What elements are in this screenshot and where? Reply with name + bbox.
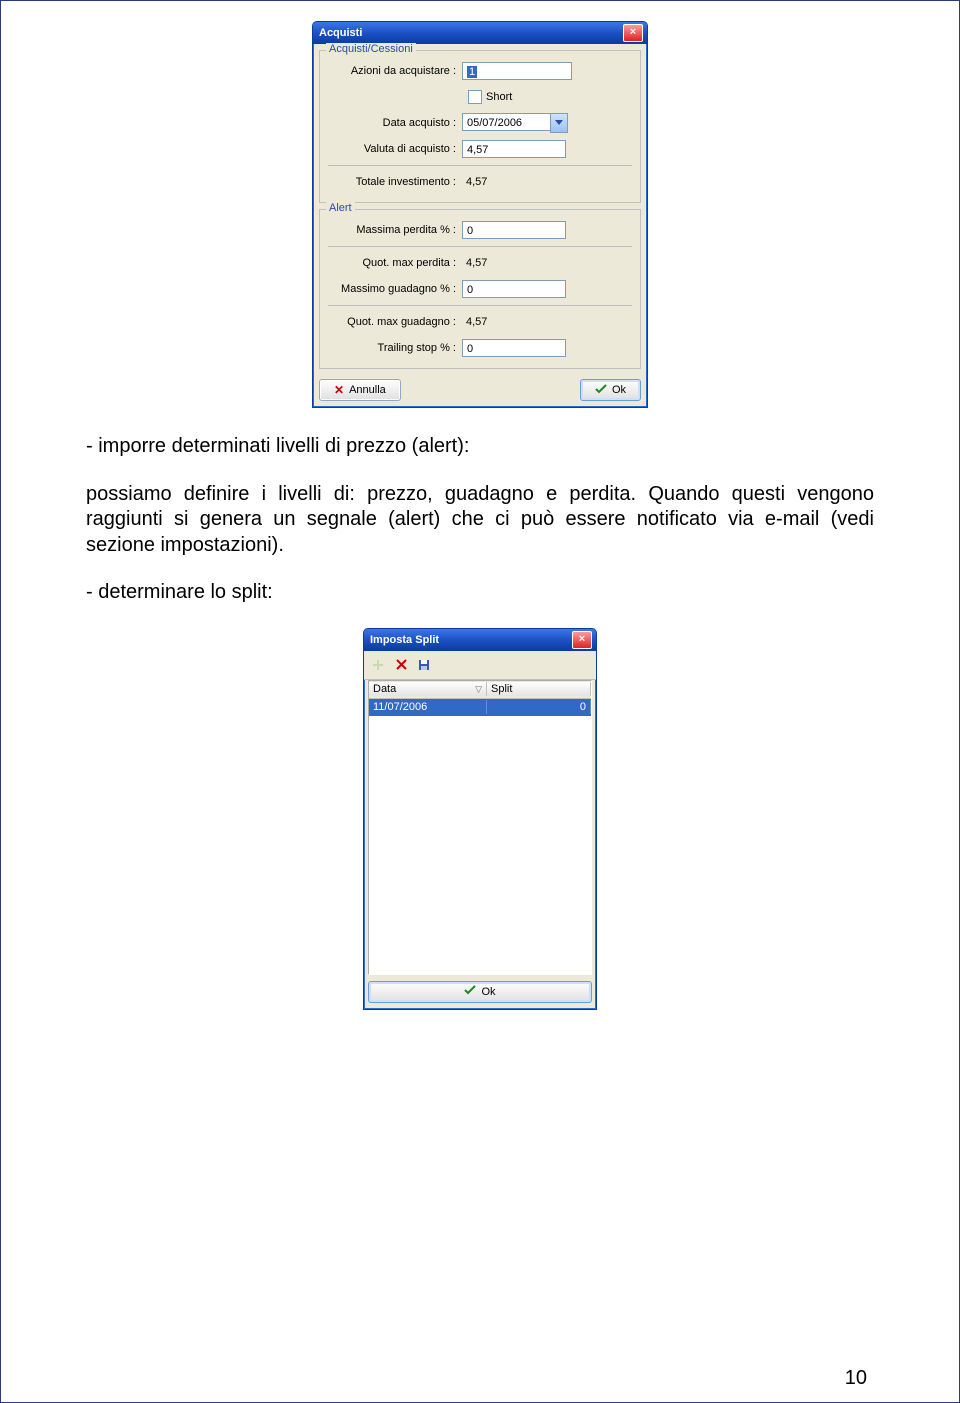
short-label: Short [486,91,512,103]
cell-date: 11/07/2006 [369,700,487,714]
label-trailing: Trailing stop % : [326,342,462,354]
table-row[interactable]: 11/07/2006 0 [369,699,591,716]
data-acquisto-combo[interactable]: 05/07/2006 [462,113,568,133]
titlebar-title: Acquisti [319,27,362,39]
col-split[interactable]: Split [487,682,591,696]
table-header: Data ▽ Split [369,681,591,699]
titlebar-title: Imposta Split [370,634,439,646]
bullet-split: - determinare lo split: [86,580,874,606]
label-totale: Totale investimento : [326,176,462,188]
close-icon[interactable]: × [572,631,592,649]
ok-button[interactable]: Ok [368,981,592,1003]
short-checkbox[interactable]: Short [468,90,512,104]
check-icon [464,985,476,998]
acquisti-dialog: Acquisti × Acquisti/Cessioni Azioni da a… [312,21,648,408]
annulla-button[interactable]: ✕ Annulla [319,379,401,401]
page-number: 10 [845,1367,867,1390]
x-icon: ✕ [334,383,344,397]
split-table: Data ▽ Split 11/07/2006 0 [368,680,592,975]
quot-perdita-value: 4,57 [462,255,491,271]
label-quot-guadagno: Quot. max guadagno : [326,316,462,328]
chevron-down-icon[interactable] [550,113,568,133]
check-icon [595,384,607,397]
azioni-input[interactable]: 1 [462,62,572,80]
ok-button[interactable]: Ok [580,379,641,401]
group-acquisti-cessioni: Acquisti/Cessioni Azioni da acquistare :… [319,50,641,203]
divider [328,305,632,306]
bullet-alert: - imporre determinati livelli di prezzo … [86,434,874,460]
close-icon[interactable]: × [623,24,643,42]
quot-guadagno-value: 4,57 [462,314,491,330]
imposta-split-dialog: Imposta Split × Data ▽ Split [363,628,597,1010]
toolbar [364,651,596,680]
titlebar-split: Imposta Split × [364,629,596,651]
save-icon[interactable] [414,655,434,675]
max-guadagno-input[interactable]: 0 [462,280,566,298]
group-legend-alert: Alert [326,202,355,214]
sort-desc-icon: ▽ [475,684,482,695]
x-icon[interactable] [391,655,411,675]
label-data-acquisto: Data acquisto : [326,117,462,129]
col-data[interactable]: Data ▽ [369,682,487,696]
trailing-input[interactable]: 0 [462,339,566,357]
totale-value: 4,57 [462,174,491,190]
group-legend: Acquisti/Cessioni [326,43,416,55]
divider [328,165,632,166]
label-azioni: Azioni da acquistare : [326,65,462,77]
label-quot-perdita: Quot. max perdita : [326,257,462,269]
label-max-guadagno: Massimo guadagno % : [326,283,462,295]
max-perdita-input[interactable]: 0 [462,221,566,239]
paragraph-alert: possiamo definire i livelli di: prezzo, … [86,482,874,559]
valuta-input[interactable]: 4,57 [462,140,566,158]
label-valuta: Valuta di acquisto : [326,143,462,155]
plus-icon[interactable] [368,655,388,675]
cell-split: 0 [487,700,591,714]
titlebar-acquisti: Acquisti × [313,22,647,44]
label-max-perdita: Massima perdita % : [326,224,462,236]
group-alert: Alert Massima perdita % : 0 Quot. max pe… [319,209,641,369]
divider [328,246,632,247]
